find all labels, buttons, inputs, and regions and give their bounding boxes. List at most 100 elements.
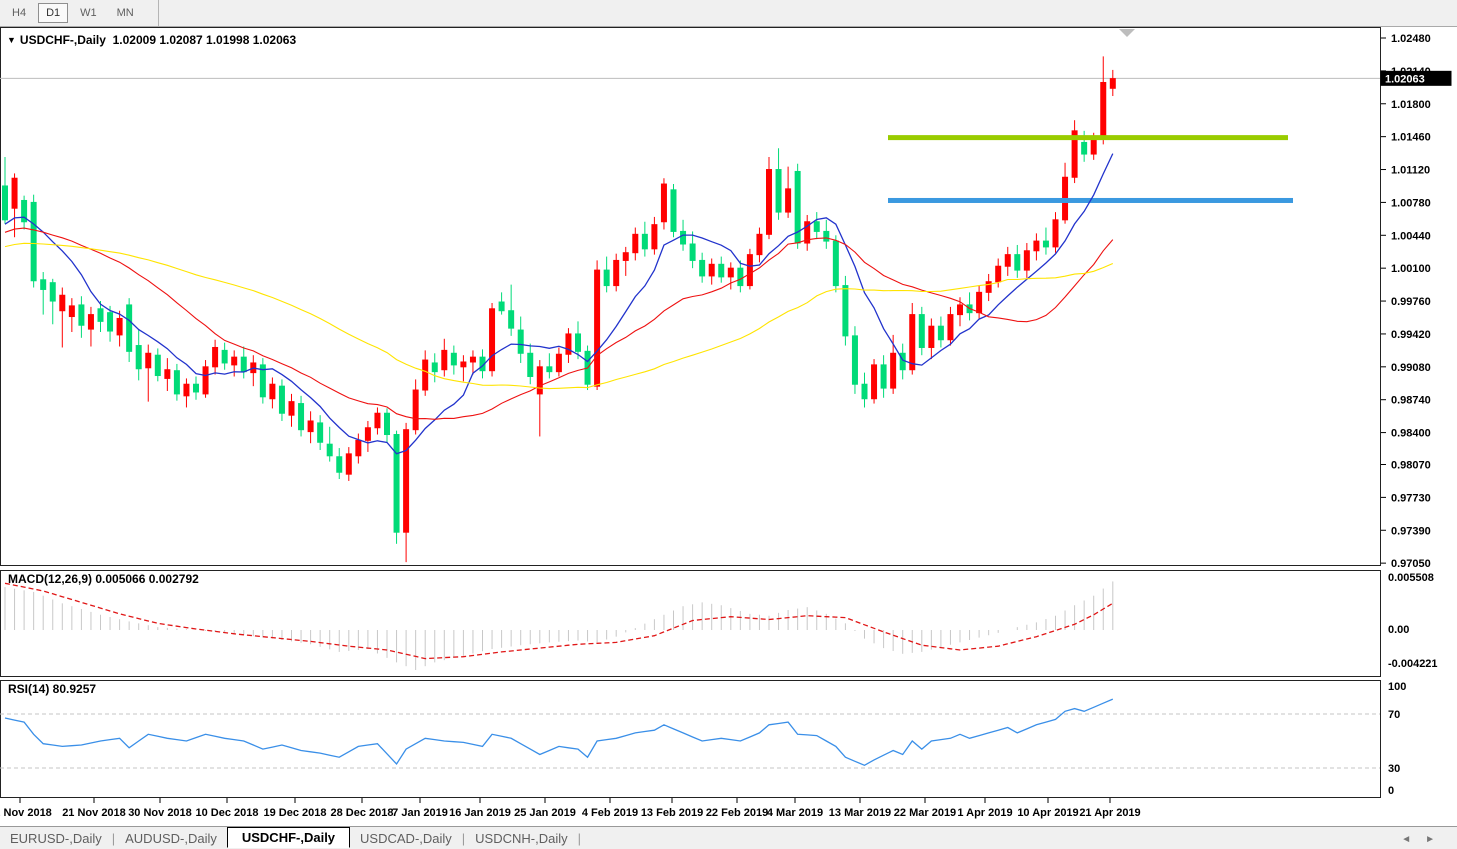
candle-body — [1110, 79, 1115, 89]
date-tick-label: 4 Feb 2019 — [582, 807, 638, 819]
candle-body — [356, 440, 361, 455]
candle-body — [1043, 241, 1048, 247]
candle-body — [79, 305, 84, 325]
date-tick-label: 12 Nov 2018 — [0, 807, 52, 819]
candle-body — [747, 255, 752, 286]
price-tick-label: 1.00100 — [1391, 263, 1431, 275]
candle-body — [948, 315, 953, 340]
candle-body — [547, 367, 552, 372]
candle-body — [910, 315, 915, 370]
date-tick-label: 13 Feb 2019 — [641, 807, 703, 819]
candle-body — [709, 264, 714, 276]
candle-body — [108, 313, 113, 331]
date-tick-label: 4 Mar 2019 — [767, 807, 823, 819]
candle-body — [60, 295, 65, 310]
candle-body — [155, 355, 160, 375]
candle-body — [213, 347, 218, 366]
candle-body — [117, 318, 122, 334]
symbol-tab-bar: EURUSD-,Daily | AUDUSD-,DailyUSDCHF-,Daily… — [0, 826, 1457, 849]
candle-body — [98, 309, 103, 322]
price-tick-label: 1.02480 — [1391, 33, 1431, 45]
candle-body — [12, 178, 17, 208]
tab-scroll-right-icon[interactable]: ► — [1425, 834, 1449, 845]
current-price-badge-label: 1.02063 — [1385, 73, 1425, 85]
candle-body — [499, 302, 504, 311]
rsi-axis-label: 100 — [1388, 681, 1406, 693]
candle-body — [404, 430, 409, 533]
price-tick-label: 0.98740 — [1391, 395, 1431, 407]
candle-body — [986, 282, 991, 293]
candle-body — [442, 350, 447, 369]
candle-body — [461, 362, 466, 367]
macd-axis-label: 0.005508 — [1388, 572, 1434, 584]
price-chart-svg[interactable]: 1.024801.021401.018001.014601.011201.007… — [0, 0, 1457, 849]
candle-body — [652, 225, 657, 249]
candle-body — [623, 253, 628, 261]
macd-panel-frame — [1, 571, 1381, 677]
candle-body — [728, 268, 733, 277]
candle-body — [1053, 220, 1058, 247]
candle-body — [69, 306, 74, 317]
candle-body — [661, 184, 666, 222]
price-tick-label: 0.98400 — [1391, 428, 1431, 440]
candle-body — [843, 286, 848, 336]
candle-body — [556, 354, 561, 371]
candle-body — [1091, 139, 1096, 154]
candle-body — [184, 384, 189, 396]
candle-body — [1005, 255, 1010, 267]
rsi-panel-frame — [1, 681, 1381, 798]
candle-body — [690, 244, 695, 260]
chart-shift-marker-icon — [1119, 29, 1135, 37]
candle-body — [518, 330, 523, 353]
candle-body — [958, 305, 963, 315]
collapse-arrow-icon[interactable]: ▼ — [7, 35, 16, 45]
candle-body — [1015, 255, 1020, 270]
price-tick-label: 1.01460 — [1391, 132, 1431, 144]
resistance-line-green — [888, 135, 1288, 140]
tab-usdcad[interactable]: USDCAD-,Daily — [350, 829, 462, 848]
candle-body — [451, 353, 456, 365]
price-tick-label: 1.01120 — [1391, 165, 1430, 177]
candle-body — [852, 336, 857, 384]
candle-body — [776, 170, 781, 213]
candle-body — [41, 280, 46, 290]
chart-ohlc-values: 1.02009 1.02087 1.01998 1.02063 — [113, 33, 297, 47]
tab-audusd[interactable]: AUDUSD-,Daily — [115, 829, 227, 848]
candle-body — [833, 241, 838, 285]
candle-body — [203, 367, 208, 394]
rsi-line — [5, 699, 1113, 765]
date-tick-label: 7 Jan 2019 — [392, 807, 448, 819]
candle-body — [337, 457, 342, 472]
candle-body — [31, 202, 36, 280]
price-tick-label: 0.97390 — [1391, 525, 1431, 537]
candle-body — [299, 404, 304, 430]
candle-body — [872, 365, 877, 399]
date-tick-label: 28 Dec 2018 — [331, 807, 394, 819]
candle-body — [786, 189, 791, 212]
price-tick-label: 1.00440 — [1391, 230, 1431, 242]
date-tick-label: 22 Feb 2019 — [706, 807, 768, 819]
candle-body — [327, 444, 332, 456]
candle-body — [633, 234, 638, 252]
tab-scroll-left-icon[interactable]: ◄ — [1401, 834, 1425, 845]
candle-body — [127, 305, 132, 351]
tab-usdchf[interactable]: USDCHF-,Daily — [227, 827, 350, 848]
candle-body — [318, 423, 323, 442]
macd-axis-label: -0.004221 — [1388, 658, 1438, 670]
candle-body — [824, 231, 829, 241]
rsi-axis-label: 70 — [1388, 709, 1400, 721]
date-tick-label: 30 Nov 2018 — [128, 807, 192, 819]
date-tick-label: 21 Apr 2019 — [1079, 807, 1140, 819]
candle-body — [509, 311, 514, 328]
candle-body — [604, 270, 609, 285]
tab-separator: | — [578, 831, 581, 846]
candle-body — [394, 435, 399, 533]
price-tick-label: 0.98070 — [1391, 459, 1431, 471]
tab-eurusd[interactable]: EURUSD-,Daily — [0, 829, 112, 848]
date-tick-label: 1 Apr 2019 — [957, 807, 1012, 819]
tab-scroll-arrows[interactable]: ◄► — [1401, 834, 1449, 845]
candle-body — [929, 326, 934, 347]
date-tick-label: 16 Jan 2019 — [449, 807, 511, 819]
candle-body — [671, 190, 676, 232]
tab-usdcnh[interactable]: USDCNH-,Daily — [465, 829, 577, 848]
